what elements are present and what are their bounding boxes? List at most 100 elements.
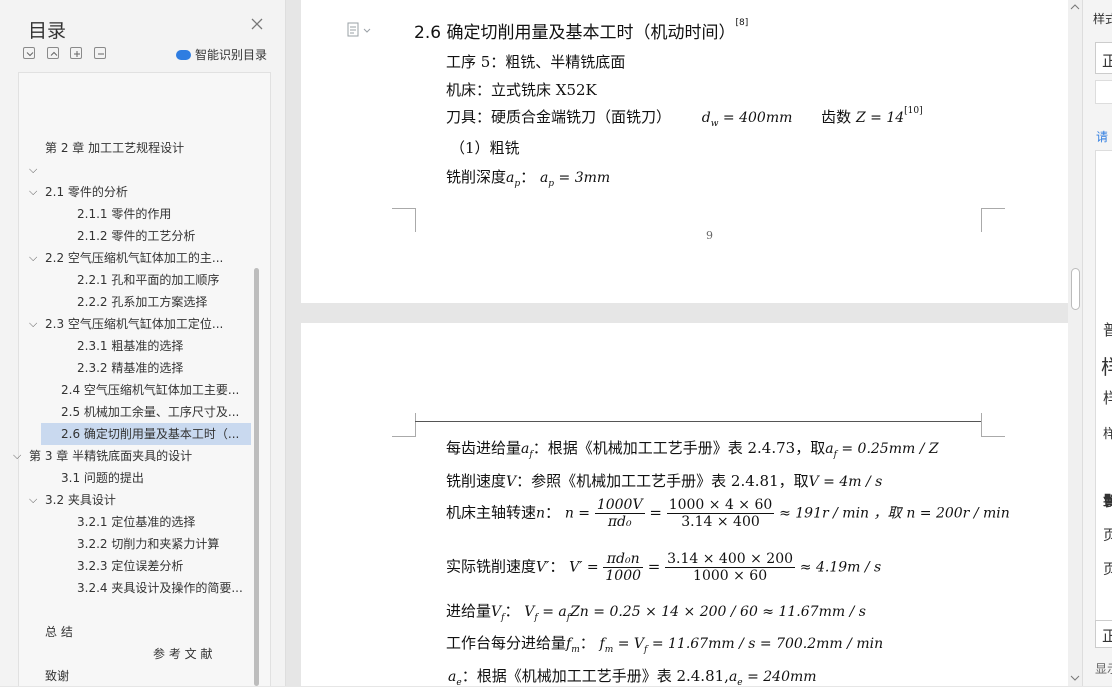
toc-item-label: 3.1 问题的提出 [61, 471, 144, 485]
body-line: 每齿进给量af：根据《机械加工工艺手册》表 2.4.73，取af = 0.25m… [446, 439, 939, 460]
crop-mark [392, 208, 416, 232]
toc-item[interactable]: 2.3.2 精基准的选择 [77, 357, 250, 379]
formula-line: 实际铣削速度V′： V′ = πd₀n 1000 = 3.14 × 400 × 2… [446, 551, 882, 584]
toc-item[interactable]: ⌵ 2.3 空气压缩机气缸体加工定位... [29, 313, 250, 335]
toc-item-label: 3.2.4 夹具设计及操作的简要... [77, 581, 243, 595]
toc-item[interactable]: ⌵ 第 3 章 半精铣底面夹具的设计 [13, 445, 250, 467]
toc-item-label: 2.1 零件的分析 [45, 185, 128, 199]
style-item[interactable]: 页 [1103, 525, 1112, 545]
chevron-down-icon[interactable]: ⌵ [29, 181, 37, 203]
toc-item[interactable]: ⌵ [29, 159, 250, 181]
toc-title: 目录 [28, 20, 67, 42]
body-line: ae：根据《机械加工工艺手册》表 2.4.81,ae = 240mm [448, 667, 817, 686]
crop-mark [981, 413, 1005, 437]
toc-item[interactable]: 第 2 章 加工工艺规程设计 [45, 137, 250, 159]
toc-item[interactable]: 致谢 [45, 665, 250, 687]
document-page: 每齿进给量af：根据《机械加工工艺手册》表 2.4.73，取af = 0.25m… [301, 323, 1069, 686]
style-item[interactable]: 页 [1103, 559, 1112, 579]
body-line: 工作台每分进给量fm： fm = Vf = 11.67mm / s = 700.… [446, 634, 884, 655]
toc-item-label: 致谢 [45, 669, 70, 683]
paragraph-marker-icon[interactable] [347, 22, 373, 42]
style-item[interactable]: 鬟 [1103, 491, 1112, 511]
toc-item-label: 2.5 机械加工余量、工序尺寸及... [61, 405, 240, 419]
toc-item[interactable]: ⌵ 2.1 零件的分析 [29, 181, 250, 203]
close-icon[interactable] [250, 16, 264, 30]
toc-item[interactable]: 2.4 空气压缩机气缸体加工主要... [61, 379, 250, 401]
scroll-up-icon[interactable] [1070, 3, 1080, 11]
collapse-all-icon[interactable] [23, 47, 35, 59]
style-selector-value: 正 [1102, 50, 1112, 71]
toc-item-label: 2.6 确定切削用量及基本工时（... [61, 427, 240, 441]
crop-mark [392, 413, 416, 437]
toc-scrollbar[interactable] [254, 268, 259, 686]
document-area: 2.6 确定切削用量及基本工时（机动时间）[8] 工序 5：粗铣、半精铣底面 机… [286, 0, 1070, 686]
toc-item-label: 2.4 空气压缩机气缸体加工主要... [61, 383, 240, 397]
style-panel: 样式 正 请 普 样 样 样 鬟 页 页 正 显示 [1082, 0, 1112, 686]
cloud-icon [176, 49, 191, 60]
toc-item[interactable]: 2.1.2 零件的工艺分析 [77, 225, 250, 247]
body-line: 机床：立式铣床 X52K [446, 81, 597, 99]
style-dropdown[interactable]: 正 [1095, 620, 1112, 648]
toc-item-label: 2.2 空气压缩机气缸体加工的主... [45, 251, 224, 265]
body-line: 工序 5：粗铣、半精铣底面 [446, 53, 626, 71]
style-item[interactable]: 样 [1103, 423, 1112, 442]
style-item[interactable]: 普 [1103, 319, 1112, 340]
toc-item[interactable]: 3.2.1 定位基准的选择 [77, 511, 250, 533]
show-label: 显示 [1095, 662, 1112, 676]
document-page: 2.6 确定切削用量及基本工时（机动时间）[8] 工序 5：粗铣、半精铣底面 机… [301, 0, 1069, 303]
page-number: 9 [706, 229, 713, 242]
add-heading-icon[interactable] [70, 47, 82, 59]
toc-item[interactable]: 3.1 问题的提出 [61, 467, 250, 489]
style-search-input[interactable] [1095, 80, 1112, 104]
toc-item[interactable]: 2.1.1 零件的作用 [77, 203, 250, 225]
chevron-down-icon[interactable]: ⌵ [29, 489, 37, 511]
toc-item-label: 2.3 空气压缩机气缸体加工定位... [45, 317, 224, 331]
chevron-down-icon[interactable]: ⌵ [29, 159, 37, 181]
toc-item-label: 3.2.2 切削力和夹紧力计算 [77, 537, 220, 551]
toc-item[interactable]: 2.3.1 粗基准的选择 [77, 335, 250, 357]
style-dropdown-value: 正 [1102, 625, 1112, 646]
chevron-down-icon[interactable]: ⌵ [29, 247, 37, 269]
style-selector[interactable]: 正 [1095, 42, 1112, 74]
toc-item[interactable]: 3.2.3 定位误差分析 [77, 555, 250, 577]
body-line: 铣削深度ap： ap = 3mm [446, 168, 611, 189]
toc-item-label: 2.3.1 粗基准的选择 [77, 339, 184, 353]
toc-item[interactable]: 2.2.2 孔系加工方案选择 [77, 291, 250, 313]
toc-item-label: 总 结 [45, 625, 73, 639]
toc-item-label: 2.1.2 零件的工艺分析 [77, 229, 196, 243]
crop-mark [981, 208, 1005, 232]
scroll-down-icon[interactable] [1070, 674, 1080, 682]
toc-item[interactable]: 2.5 机械加工余量、工序尺寸及... [61, 401, 250, 423]
toc-item-label: 2.2.1 孔和平面的加工顺序 [77, 273, 220, 287]
chevron-down-icon[interactable]: ⌵ [13, 445, 21, 467]
body-line: 铣削速度V：参照《机械加工工艺手册》表 2.4.81，取V = 4m / s [446, 472, 883, 490]
style-item[interactable]: 样 [1103, 387, 1112, 408]
toc-item-label: 2.1.1 零件的作用 [77, 207, 172, 221]
toc-item[interactable]: ⌵ 2.2 空气压缩机气缸体加工的主... [29, 247, 250, 269]
body-line: （1）粗铣 [450, 139, 520, 157]
smart-toc-button[interactable]: 智能识别目录 [176, 46, 267, 63]
toc-item[interactable]: 2.2.1 孔和平面的加工顺序 [77, 269, 250, 291]
toc-item-label: 2.2.2 孔系加工方案选择 [77, 295, 208, 309]
toc-item-label: 3.2.1 定位基准的选择 [77, 515, 196, 529]
toc-item-label: 3.2 夹具设计 [45, 493, 116, 507]
toc-item[interactable]: 2.6 确定切削用量及基本工时（... [61, 423, 250, 445]
body-line: 进给量Vf： Vf = afZn = 0.25 × 14 × 200 / 60 … [446, 602, 866, 623]
toc-item[interactable]: 参 考 文 献 [153, 643, 250, 665]
toc-item[interactable]: 3.2.4 夹具设计及操作的简要... [77, 577, 250, 599]
style-item[interactable]: 样 [1101, 351, 1112, 380]
body-line: 刀具：硬质合金端铣刀（面铣刀） dw = 400mm 齿数 Z = 14[10] [446, 106, 923, 129]
toc-item[interactable]: 总 结 [45, 621, 250, 643]
header-rule [415, 421, 981, 422]
toc-item[interactable]: ⌵ 3.2 夹具设计 [29, 489, 250, 511]
toc-item-label: 参 考 文 献 [153, 647, 213, 661]
expand-up-icon[interactable] [47, 47, 59, 59]
chevron-down-icon[interactable]: ⌵ [29, 313, 37, 335]
document-scrollbar[interactable] [1068, 0, 1082, 686]
scrollbar-thumb[interactable] [1071, 268, 1080, 310]
toc-item-label: 2.3.2 精基准的选择 [77, 361, 184, 375]
toc-item[interactable]: 3.2.2 切削力和夹紧力计算 [77, 533, 250, 555]
remove-heading-icon[interactable] [94, 47, 106, 59]
toc-item-label: 第 3 章 半精铣底面夹具的设计 [29, 449, 193, 463]
style-link[interactable]: 请 [1096, 128, 1108, 145]
